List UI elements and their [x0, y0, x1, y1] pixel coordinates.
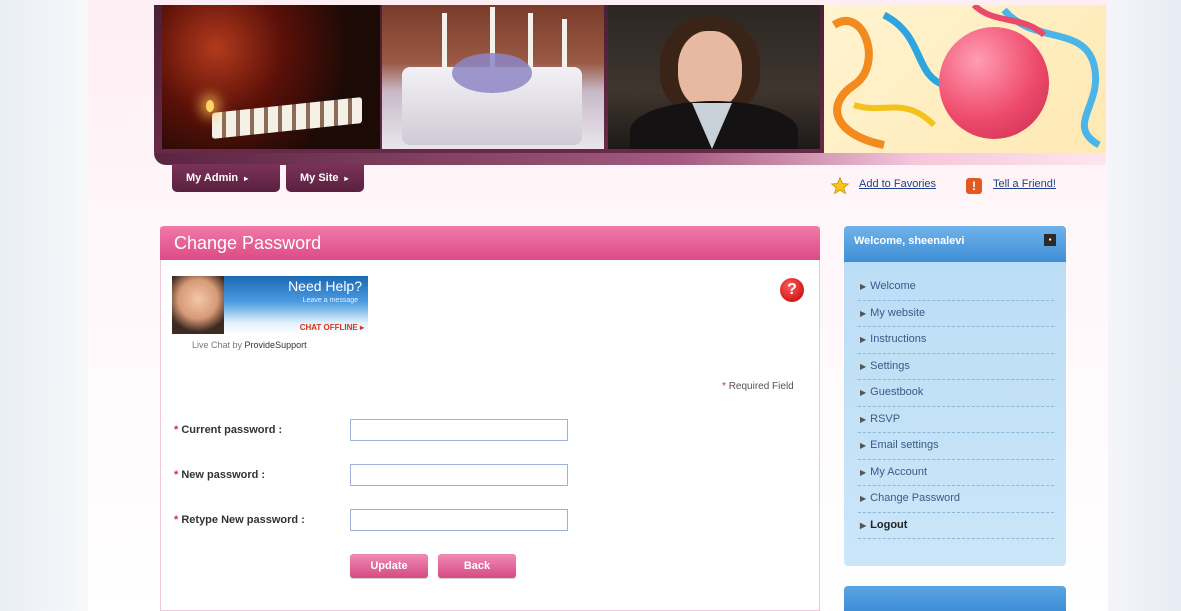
sidebar-item-label: Email settings [870, 439, 939, 451]
triangle-right-icon: ▶ [860, 308, 867, 318]
add-to-favorites-link[interactable]: Add to Favories [859, 178, 936, 190]
triangle-right-icon: ▶ [860, 335, 867, 344]
sidebar-item-email-settings[interactable]: ▶ Email settings [858, 433, 1054, 460]
required-star: * [722, 381, 726, 392]
new-password-label: * New password : [174, 469, 265, 481]
chevron-right-icon: ▸ [244, 174, 249, 183]
banner-photo-cake [382, 5, 604, 149]
sidebar-secondary-panel [844, 586, 1066, 611]
sidebar-item-logout[interactable]: ▶ Logout [858, 513, 1054, 539]
field-label-text: Current password : [181, 424, 283, 436]
sidebar-item-instructions[interactable]: ▶ Instructions [858, 327, 1054, 354]
sidebar-item-label: Guestbook [870, 386, 924, 398]
sidebar-item-welcome[interactable]: ▶ Welcome [858, 274, 1054, 301]
credit-prefix: Live Chat by [192, 340, 243, 350]
triangle-right-icon: ▶ [860, 282, 867, 291]
chevron-right-icon: ▸ [344, 174, 349, 183]
retype-password-input[interactable] [350, 509, 568, 531]
triangle-right-icon: ▶ [860, 520, 867, 530]
sidebar-item-settings[interactable]: ▶ Settings [858, 354, 1054, 380]
sidebar-item-my-account[interactable]: ▶ My Account [858, 460, 1054, 486]
sidebar-item-label: My website [870, 306, 926, 319]
sidebar-item-change-password[interactable]: ▶ Change Password [858, 486, 1054, 513]
back-button[interactable]: Back [438, 554, 516, 578]
close-icon[interactable]: ▪ [1044, 234, 1056, 246]
new-password-input[interactable] [350, 464, 568, 486]
sidebar-item-guestbook[interactable]: ▶ Guestbook [858, 380, 1054, 407]
field-label-text: New password : [181, 469, 266, 481]
candle-flame [206, 100, 214, 112]
header-banner [154, 5, 1106, 165]
cake-ribbon [452, 53, 532, 93]
required-field-label: Required Field [728, 381, 794, 392]
current-password-label: * Current password : [174, 424, 282, 436]
triangle-right-icon: ▶ [860, 361, 867, 371]
triangle-right-icon: ▶ [860, 467, 867, 477]
tab-label: My Admin [186, 172, 239, 184]
sidebar-header: Welcome, sheenalevi ▪ [844, 226, 1066, 262]
sidebar-menu: ▶ Welcome ▶ My website ▶ Instructions ▶ Sett… [858, 274, 1054, 539]
welcome-text: Welcome, sheenalevi [854, 235, 965, 247]
help-question-icon[interactable]: ? [780, 278, 804, 302]
update-button[interactable]: Update [350, 554, 428, 578]
required-field-note: * Required Field [722, 381, 794, 392]
chat-status: CHAT OFFLINE ▸ [299, 323, 364, 332]
triangle-right-icon: ▶ [860, 388, 867, 397]
sidebar-item-label: Welcome [870, 280, 916, 292]
live-chat-banner[interactable]: Need Help? Leave a message CHAT OFFLINE … [172, 276, 368, 334]
help-title: Need Help? [288, 278, 362, 294]
required-star: * [174, 424, 179, 436]
credit-brand: ProvideSupport [244, 340, 307, 350]
field-label-text: Retype New password : [181, 514, 305, 526]
star-icon[interactable] [830, 176, 850, 196]
sidebar-item-label: Change Password [870, 492, 961, 504]
page-container: My Admin ▸ My Site ▸ Add to Favories ! Tel… [88, 0, 1108, 611]
alert-icon[interactable]: ! [966, 178, 982, 194]
triangle-right-icon: ▶ [860, 441, 867, 450]
sidebar: Welcome, sheenalevi ▪ ▶ Welcome ▶ My websi… [844, 226, 1066, 566]
sidebar-item-label: Instructions [870, 333, 927, 345]
current-password-input[interactable] [350, 419, 568, 441]
sidebar-item-label: Logout [870, 518, 908, 531]
required-star: * [174, 514, 179, 526]
required-star: * [174, 469, 179, 481]
tab-my-site[interactable]: My Site ▸ [286, 164, 364, 192]
help-subtitle: Leave a message [302, 297, 358, 304]
banner-photo-candles [162, 5, 380, 149]
tell-a-friend-link[interactable]: Tell a Friend! [993, 178, 1056, 190]
woman-face [678, 31, 742, 109]
party-balloon [939, 27, 1049, 139]
banner-photo-party [824, 5, 1106, 155]
sidebar-item-my-website[interactable]: ▶ My website [858, 301, 1054, 327]
tab-my-admin[interactable]: My Admin ▸ [172, 164, 280, 192]
support-agent-image [172, 276, 224, 334]
live-chat-credit[interactable]: Live Chat by ProvideSupport [192, 340, 307, 350]
panel-title: Change Password [160, 226, 820, 260]
tab-label: My Site [300, 172, 339, 184]
sidebar-item-rsvp[interactable]: ▶ RSVP [858, 407, 1054, 433]
retype-password-label: * Retype New password : [174, 514, 305, 526]
triangle-right-icon: ▶ [860, 414, 867, 424]
sidebar-item-label: Settings [870, 359, 910, 372]
banner-photo-woman [608, 5, 820, 149]
sidebar-item-label: RSVP [870, 412, 901, 425]
sidebar-item-label: My Account [870, 465, 928, 478]
candles-row [212, 97, 362, 139]
triangle-right-icon: ▶ [860, 494, 867, 503]
